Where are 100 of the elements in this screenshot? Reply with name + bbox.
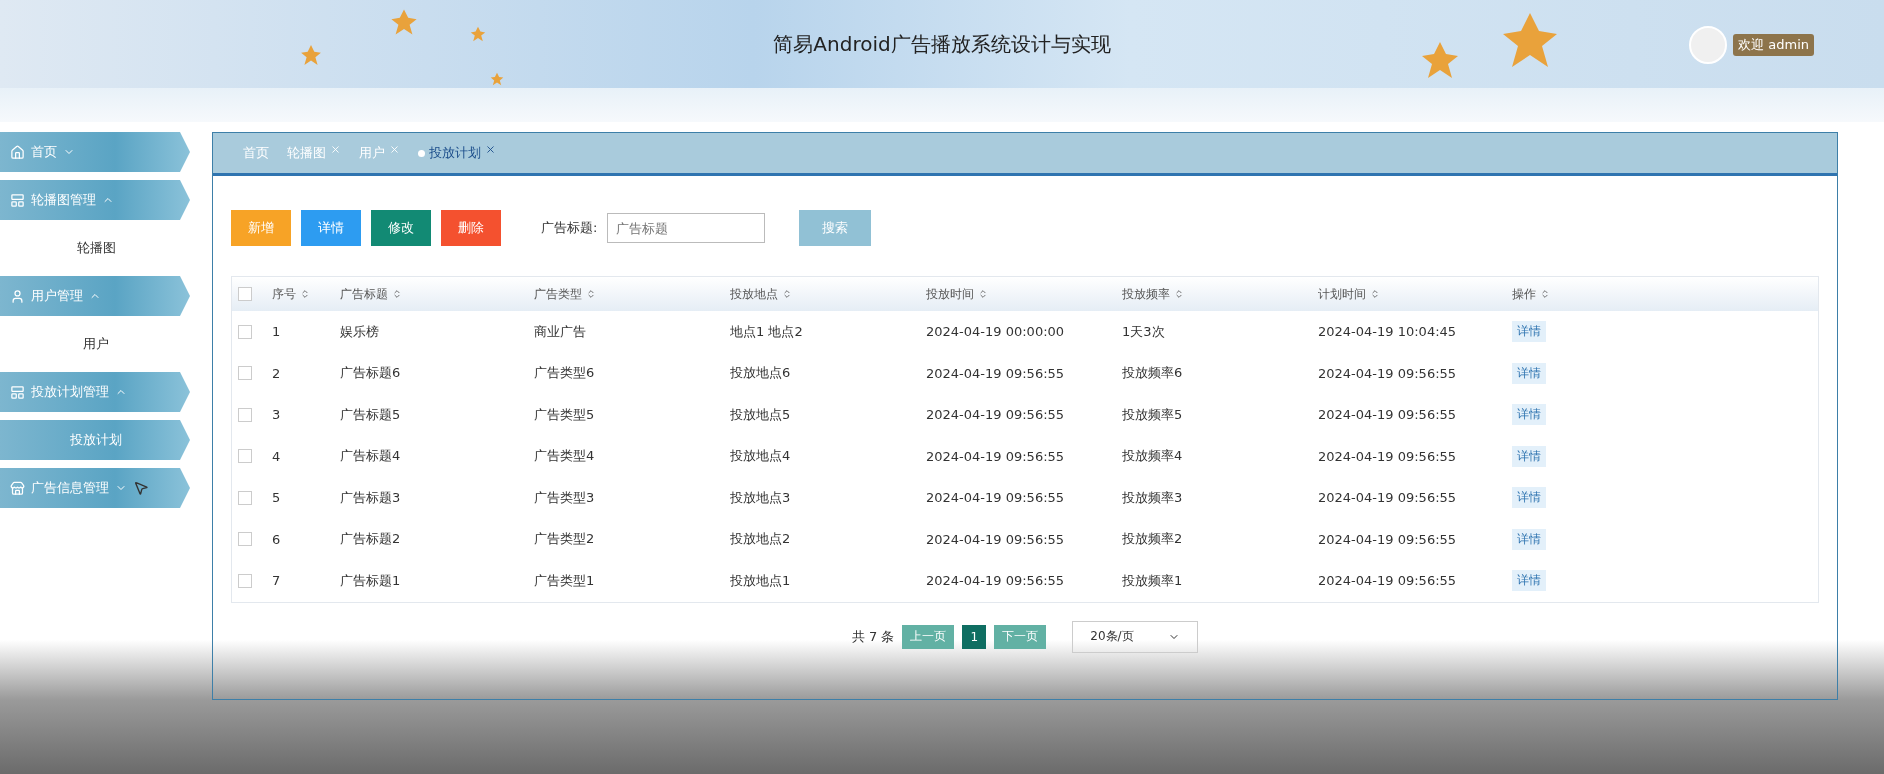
prev-page-button[interactable]: 上一页 (902, 624, 955, 649)
table-cell-text: 4 (272, 448, 282, 464)
table-cell-text: 投放频率6 (1122, 364, 1184, 383)
sidebar-subitem[interactable]: 轮播图 (0, 228, 192, 268)
table-cell-text: 1 (272, 324, 282, 340)
app-title: 简易Android广告播放系统设计与实现 (773, 30, 1111, 58)
table-cell-text: 2024-04-19 09:56:55 (926, 573, 1066, 589)
table-cell-text: 投放频率3 (1122, 488, 1184, 507)
sidebar-menu-item[interactable]: 用户管理 (0, 276, 192, 316)
table-cell-text: 广告标题5 (340, 405, 402, 424)
detail-link[interactable]: 详情 (1512, 321, 1546, 343)
table-cell-text: 投放地点3 (730, 488, 792, 507)
detail-link[interactable]: 详情 (1512, 362, 1546, 384)
detail-link[interactable]: 详情 (1512, 528, 1546, 550)
table-cell-text: 6 (272, 531, 282, 547)
page-number[interactable]: 1 (962, 624, 987, 649)
detail-link[interactable]: 详情 (1512, 570, 1546, 592)
sidebar-menu-item[interactable]: 轮播图管理 (0, 180, 192, 220)
table-cell-text: 投放频率1 (1122, 571, 1184, 590)
table-cell-text: 广告标题4 (340, 447, 402, 466)
checkbox[interactable] (238, 366, 252, 381)
checkbox[interactable] (238, 490, 252, 505)
page-size-select[interactable]: 20条/页 (1072, 620, 1199, 653)
sidebar-menu-item[interactable]: 投放计划管理 (0, 372, 192, 412)
tab[interactable]: 投放计划 (418, 144, 496, 162)
column-header[interactable]: 操作 (1512, 285, 1818, 303)
table-cell-text: 投放地点6 (730, 364, 792, 383)
table-cell-text: 2024-04-19 09:56:55 (1318, 407, 1458, 423)
menu-icon (10, 384, 25, 400)
toolbar-button[interactable]: 详情 (301, 210, 361, 246)
table-cell-text: 广告类型3 (534, 488, 596, 507)
welcome-text: 欢迎 admin (1733, 34, 1814, 56)
checkbox[interactable] (238, 449, 252, 464)
table-cell-text: 1天3次 (1122, 322, 1166, 341)
sort-icon (586, 289, 596, 299)
table-cell-text: 2024-04-19 09:56:55 (1318, 531, 1458, 547)
table-cell-text: 2024-04-19 09:56:55 (1318, 365, 1458, 381)
menu-icon (10, 192, 25, 208)
table-cell-text: 广告类型2 (534, 530, 596, 549)
checkbox[interactable] (238, 287, 252, 301)
table-cell-text: 广告标题6 (340, 364, 402, 383)
table-cell-text: 2024-04-19 09:56:55 (926, 365, 1066, 381)
table-cell-text: 5 (272, 490, 282, 506)
close-icon[interactable] (485, 144, 496, 155)
detail-link[interactable]: 详情 (1512, 445, 1546, 467)
column-header[interactable]: 计划时间 (1318, 285, 1512, 303)
menu-label: 广告信息管理 (31, 479, 109, 497)
table-cell-text: 2024-04-19 09:56:55 (926, 490, 1066, 506)
sort-icon (392, 289, 402, 299)
table-cell-text: 投放频率2 (1122, 530, 1184, 549)
table-cell-text: 2024-04-19 00:00:00 (926, 324, 1066, 340)
table-cell-text: 3 (272, 407, 282, 423)
total-count: 共 7 条 (851, 627, 895, 646)
menu-label: 轮播图管理 (31, 191, 96, 209)
table-cell-text: 2 (272, 365, 282, 381)
menu-label: 首页 (31, 143, 57, 161)
sidebar-menu-item[interactable]: 广告信息管理 (0, 468, 192, 508)
column-header[interactable]: 投放频率 (1122, 285, 1318, 303)
table-cell-text: 2024-04-19 09:56:55 (1318, 448, 1458, 464)
column-header[interactable]: 序号 (272, 285, 340, 303)
table-cell-text: 2024-04-19 09:56:55 (1318, 490, 1458, 506)
checkbox[interactable] (238, 324, 252, 339)
cursor-icon (133, 480, 149, 496)
detail-link[interactable]: 详情 (1512, 404, 1546, 426)
table-cell-text: 投放地点1 (730, 571, 792, 590)
table-cell-text: 2024-04-19 09:56:55 (926, 407, 1066, 423)
table-cell-text: 地点1 地点2 (730, 322, 804, 341)
menu-label: 用户管理 (31, 287, 83, 305)
table-cell-text: 投放地点5 (730, 405, 792, 424)
table-cell-text: 投放频率5 (1122, 405, 1184, 424)
table-cell-text: 广告类型5 (534, 405, 596, 424)
sort-icon (782, 289, 792, 299)
table-cell-text: 2024-04-19 09:56:55 (1318, 573, 1458, 589)
sidebar-subitem[interactable]: 用户 (0, 324, 192, 364)
table-cell-text: 广告标题1 (340, 571, 402, 590)
column-header[interactable]: 广告类型 (534, 285, 730, 303)
sort-icon (1370, 289, 1380, 299)
table-cell-text: 投放地点4 (730, 447, 792, 466)
toolbar-button[interactable]: 删除 (441, 210, 501, 246)
toolbar-button[interactable]: 修改 (371, 210, 431, 246)
menu-icon (10, 288, 25, 304)
checkbox[interactable] (238, 532, 252, 547)
avatar[interactable] (1689, 26, 1728, 64)
sort-icon (1540, 289, 1550, 299)
detail-link[interactable]: 详情 (1512, 487, 1546, 509)
sidebar-subitem[interactable]: 投放计划 (0, 420, 192, 460)
checkbox[interactable] (238, 407, 252, 422)
sort-icon (1174, 289, 1184, 299)
menu-label: 投放计划管理 (31, 383, 109, 401)
column-header[interactable]: 广告标题 (340, 285, 534, 303)
column-header[interactable]: 投放时间 (926, 285, 1122, 303)
table-cell-text: 广告类型4 (534, 447, 596, 466)
search-field[interactable]: 广告标题 (607, 213, 766, 243)
sidebar-menu-item[interactable]: 首页 (0, 132, 192, 172)
next-page-button[interactable]: 下一页 (994, 624, 1047, 649)
column-header[interactable]: 投放地点 (730, 285, 926, 303)
checkbox[interactable] (238, 573, 252, 588)
table-cell-text: 2024-04-19 09:56:55 (926, 448, 1066, 464)
menu-icon (10, 480, 25, 496)
menu-icon (10, 144, 25, 160)
